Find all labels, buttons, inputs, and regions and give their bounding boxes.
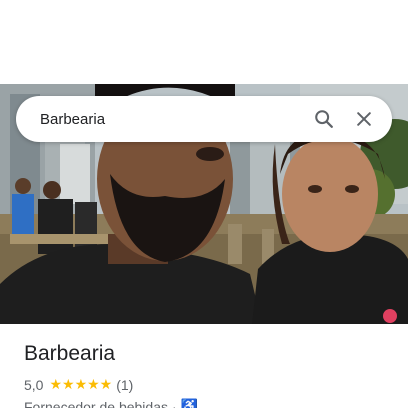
top-blank-area	[0, 0, 408, 84]
star-rating-icon: ★★★★★	[49, 376, 113, 392]
place-category: Fornecedor de bebidas	[24, 398, 168, 408]
place-title: Barbearia	[24, 342, 116, 365]
close-icon	[357, 112, 371, 126]
close-button[interactable]	[344, 99, 384, 139]
search-bar	[16, 96, 392, 142]
wheelchair-icon: ♿	[180, 398, 199, 408]
rating-value: 5,0	[24, 376, 44, 393]
rating-row[interactable]: 5,0 ★★★★★ (1)	[24, 376, 133, 393]
place-info-panel: Barbearia 5,0 ★★★★★ (1) Fornecedor de be…	[0, 324, 408, 408]
category-row: Fornecedor de bebidas · ♿	[24, 398, 198, 408]
search-button[interactable]	[304, 99, 344, 139]
search-icon	[315, 110, 333, 128]
separator: ·	[172, 398, 177, 408]
search-input[interactable]	[16, 96, 304, 142]
review-count: (1)	[116, 376, 134, 393]
